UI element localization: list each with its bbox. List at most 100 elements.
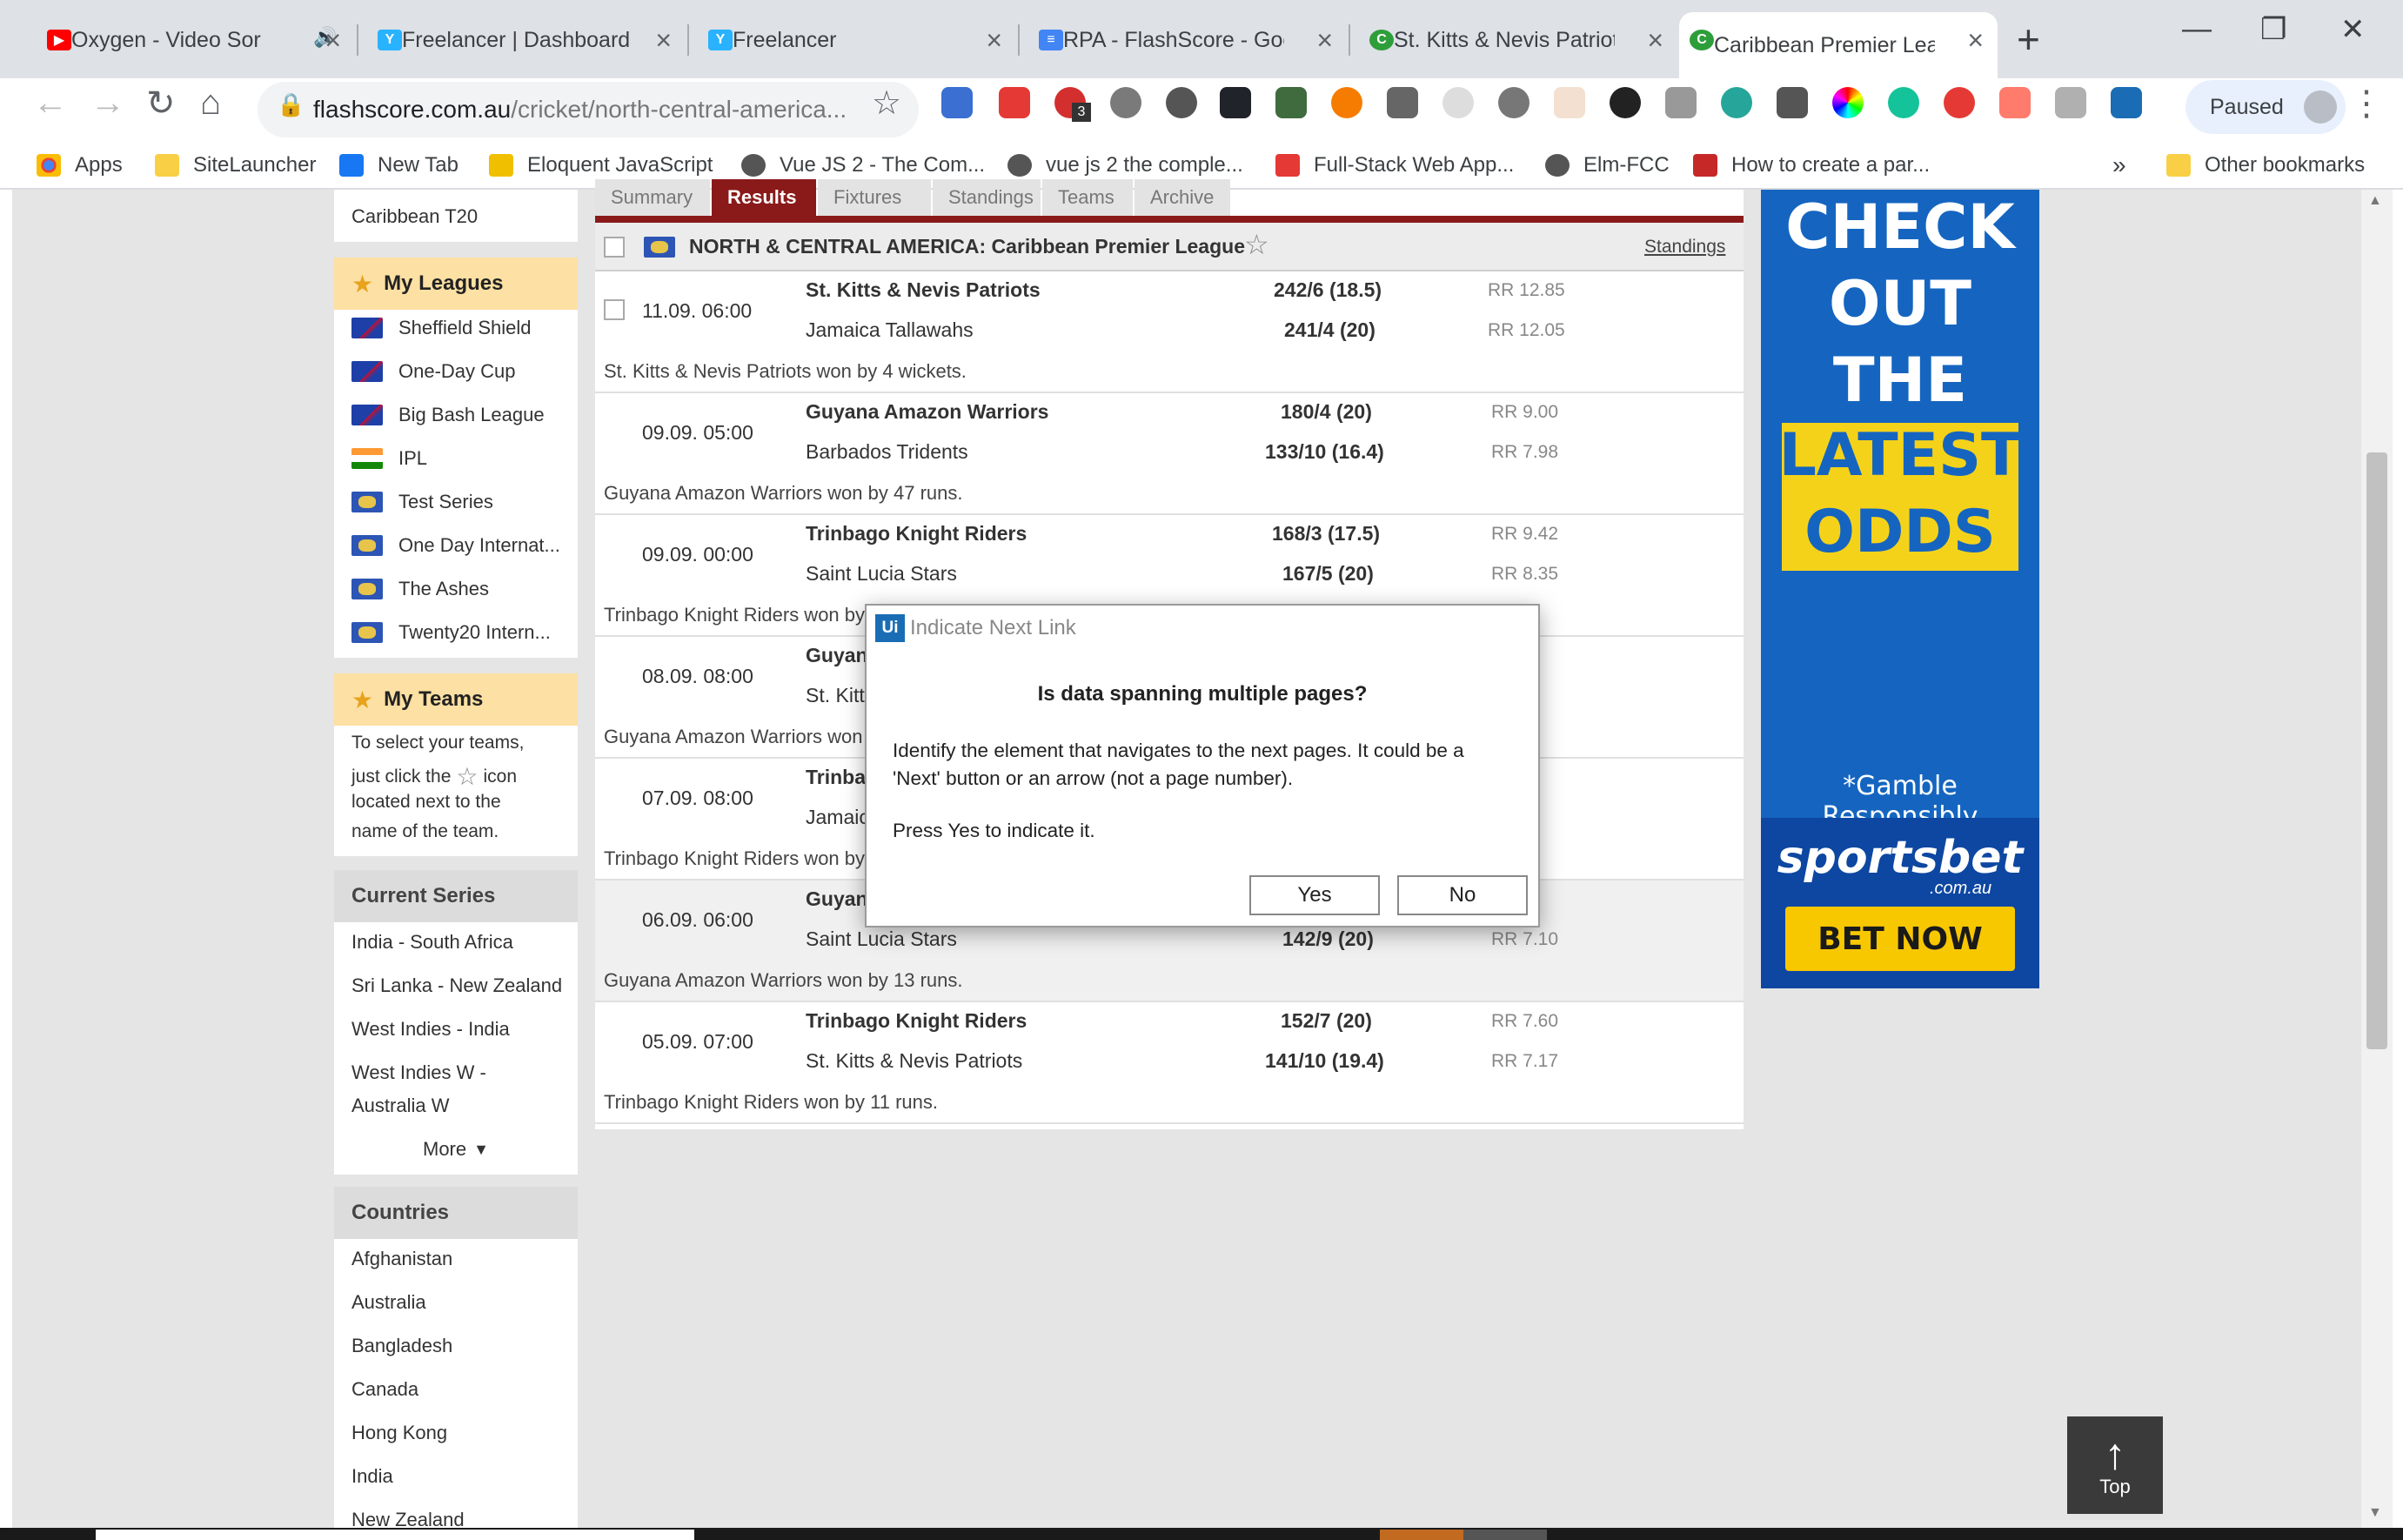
- standings-link[interactable]: Standings: [1644, 237, 1725, 258]
- browser-tab[interactable]: Y Freelancer | Dashboard ×: [367, 12, 686, 68]
- home-team[interactable]: Trinbago Knight Riders: [806, 1009, 1027, 1033]
- star-outline-icon[interactable]: ☆: [1244, 228, 1269, 261]
- extension-grey-icon[interactable]: [1442, 87, 1474, 118]
- away-team[interactable]: Jamaic: [806, 806, 869, 829]
- extension-lifebuoy-icon[interactable]: [1331, 87, 1362, 118]
- sidebar-league-item[interactable]: One Day Internat...: [351, 534, 560, 557]
- browser-tab[interactable]: Y Freelancer ×: [698, 12, 1016, 68]
- sidebar-league-item[interactable]: One-Day Cup: [351, 360, 516, 383]
- sidebar-item-caribbean-t20[interactable]: Caribbean T20: [351, 205, 478, 228]
- close-tab-icon[interactable]: ×: [1316, 24, 1333, 57]
- extension-uipath-icon[interactable]: [2111, 87, 2142, 118]
- match-checkbox[interactable]: [604, 299, 625, 320]
- extension-circle-icon[interactable]: [1166, 87, 1197, 118]
- home-team[interactable]: Guyan: [806, 887, 868, 911]
- forward-arrow-icon[interactable]: →: [90, 84, 125, 123]
- home-icon[interactable]: ⌂: [200, 84, 221, 123]
- lock-icon[interactable]: 🔒: [277, 91, 305, 118]
- country-item[interactable]: Bangladesh: [351, 1335, 452, 1357]
- bookmark-item[interactable]: Elm-FCC: [1545, 143, 1670, 188]
- tab-results[interactable]: Results: [712, 179, 816, 216]
- extension-calendar-icon[interactable]: [1554, 87, 1585, 118]
- series-item[interactable]: Australia W: [351, 1095, 449, 1117]
- url-text[interactable]: flashscore.com.au/cricket/north-central-…: [313, 87, 847, 132]
- sidebar-league-item[interactable]: The Ashes: [351, 578, 489, 600]
- bookmark-item[interactable]: Full-Stack Web App...: [1275, 143, 1514, 188]
- extension-recycle-icon[interactable]: [1387, 87, 1418, 118]
- back-to-top-button[interactable]: ↑ Top: [2067, 1416, 2163, 1514]
- browser-tab-active[interactable]: C Caribbean Premier Leag ×: [1679, 12, 1998, 78]
- extension-block-icon[interactable]: [1610, 87, 1641, 118]
- away-team[interactable]: Jamaica Tallawahs: [806, 318, 974, 342]
- home-team[interactable]: Guyana Amazon Warriors: [806, 400, 1048, 424]
- country-item[interactable]: Hong Kong: [351, 1422, 447, 1444]
- extension-react-icon[interactable]: [1220, 87, 1251, 118]
- away-team[interactable]: St. Kitt: [806, 684, 865, 707]
- scrollbar-thumb[interactable]: [2366, 452, 2387, 1049]
- bookmark-item[interactable]: SiteLauncher: [155, 143, 316, 188]
- away-team[interactable]: Barbados Tridents: [806, 440, 968, 464]
- tab-standings[interactable]: Standings: [933, 179, 1041, 216]
- extension-pocket-icon[interactable]: [999, 87, 1030, 118]
- away-team[interactable]: St. Kitts & Nevis Patriots: [806, 1049, 1022, 1073]
- extension-gauge-icon[interactable]: [1498, 87, 1529, 118]
- extension-record-icon[interactable]: [1944, 87, 1975, 118]
- restore-icon[interactable]: ❐: [2260, 12, 2286, 47]
- close-tab-icon[interactable]: ×: [1967, 24, 1984, 57]
- series-item[interactable]: West Indies W -: [351, 1061, 486, 1084]
- browser-tab[interactable]: ▶ Oxygen - Video Sor 🔊 ×: [37, 12, 355, 68]
- minimize-icon[interactable]: —: [2182, 12, 2212, 46]
- sidebar-league-item[interactable]: Sheffield Shield: [351, 317, 532, 339]
- close-tab-icon[interactable]: ×: [655, 24, 672, 57]
- bookmark-other[interactable]: Other bookmarks: [2166, 143, 2365, 188]
- sidebar-league-item[interactable]: Test Series: [351, 491, 493, 513]
- close-tab-icon[interactable]: ×: [986, 24, 1002, 57]
- away-team[interactable]: Saint Lucia Stars: [806, 927, 957, 951]
- country-item[interactable]: Canada: [351, 1378, 418, 1401]
- league-checkbox[interactable]: [604, 237, 625, 258]
- extension-skype-icon[interactable]: [1110, 87, 1141, 118]
- yes-button[interactable]: Yes: [1249, 875, 1380, 915]
- extension-download-icon[interactable]: [941, 87, 973, 118]
- more-button[interactable]: More ▼: [423, 1138, 489, 1161]
- no-button[interactable]: No: [1397, 875, 1528, 915]
- bookmark-apps[interactable]: Apps: [37, 143, 123, 188]
- series-item[interactable]: India - South Africa: [351, 931, 513, 954]
- country-item[interactable]: Afghanistan: [351, 1248, 452, 1270]
- tab-archive[interactable]: Archive: [1135, 179, 1230, 216]
- close-tab-icon[interactable]: ×: [1647, 24, 1663, 57]
- bookmark-item[interactable]: How to create a par...: [1693, 143, 1930, 188]
- scroll-up-icon[interactable]: ▲: [2368, 193, 2382, 209]
- tab-summary[interactable]: Summary: [595, 179, 710, 216]
- bookmark-item[interactable]: New Tab: [339, 143, 459, 188]
- home-team[interactable]: Trinba: [806, 766, 866, 789]
- series-item[interactable]: Sri Lanka - New Zealand: [351, 974, 562, 997]
- profile-paused-button[interactable]: Paused: [2185, 80, 2346, 134]
- sidebar-league-item[interactable]: Big Bash League: [351, 404, 545, 426]
- extension-grammarly-icon[interactable]: [1888, 87, 1919, 118]
- away-team[interactable]: Saint Lucia Stars: [806, 562, 957, 586]
- country-item[interactable]: India: [351, 1465, 393, 1488]
- country-item[interactable]: Australia: [351, 1291, 426, 1314]
- home-team[interactable]: St. Kitts & Nevis Patriots: [806, 278, 1041, 302]
- extension-pdf-icon[interactable]: [2055, 87, 2086, 118]
- tab-teams[interactable]: Teams: [1042, 179, 1133, 216]
- sidebar-league-item[interactable]: Twenty20 Intern...: [351, 621, 551, 644]
- home-team[interactable]: Trinbago Knight Riders: [806, 522, 1027, 546]
- extension-eyedropper-icon[interactable]: [1777, 87, 1808, 118]
- league-title[interactable]: NORTH & CENTRAL AMERICA: Caribbean Premi…: [689, 235, 1245, 258]
- extension-screen-icon[interactable]: [1275, 87, 1307, 118]
- window-close-icon[interactable]: ✕: [2340, 12, 2366, 47]
- reload-icon[interactable]: ↻: [146, 84, 176, 124]
- bookmarks-overflow-icon[interactable]: »: [2112, 143, 2126, 188]
- extension-m-icon[interactable]: [1721, 87, 1752, 118]
- extension-color-icon[interactable]: [1832, 87, 1864, 118]
- tab-fixtures[interactable]: Fixtures: [818, 179, 931, 216]
- bookmark-star-icon[interactable]: ☆: [872, 84, 901, 123]
- extension-vue-icon[interactable]: [1665, 87, 1697, 118]
- bet-now-button[interactable]: BET NOW: [1785, 907, 2015, 971]
- browser-tab[interactable]: C St. Kitts & Nevis Patriots ×: [1359, 12, 1677, 68]
- menu-dots-icon[interactable]: ⋮: [2349, 84, 2384, 124]
- browser-tab[interactable]: ≡ RPA - FlashScore - Goo ×: [1028, 12, 1347, 68]
- scroll-down-icon[interactable]: ▼: [2368, 1505, 2382, 1521]
